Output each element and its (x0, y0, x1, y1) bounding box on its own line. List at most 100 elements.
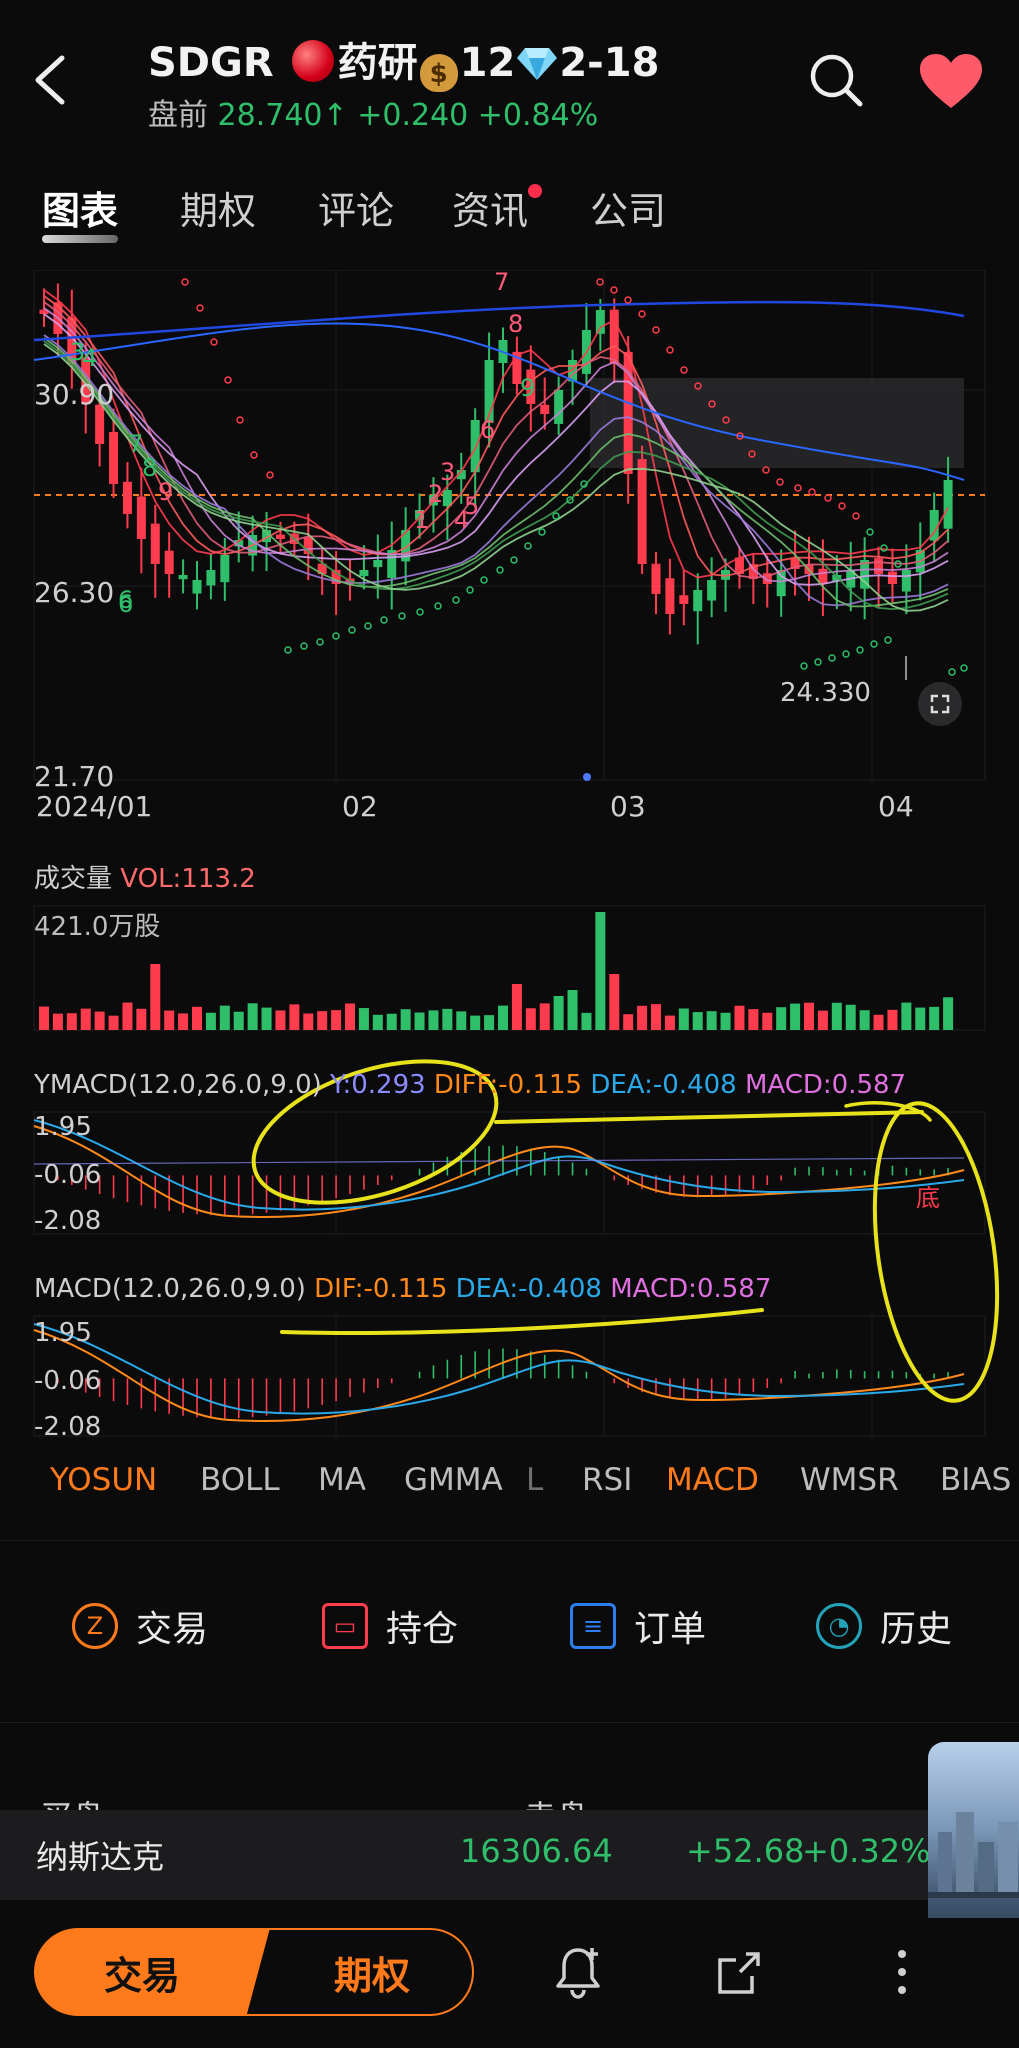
candle-body (651, 563, 661, 594)
ymacd-dea-value: DEA:-0.408 (590, 1070, 737, 1100)
volume-bar (790, 1003, 801, 1030)
positions-action[interactable]: ▭ 持仓 (322, 1600, 458, 1652)
sar-dot (610, 286, 618, 294)
trade-action[interactable]: Z 交易 (72, 1600, 208, 1652)
tab-comments[interactable]: 评论 (318, 180, 394, 235)
indicator-l[interactable]: L (526, 1462, 543, 1498)
trade-action-label: 交易 (136, 1609, 209, 1650)
tab-news[interactable]: 资讯 (452, 180, 528, 235)
candle-body (887, 571, 897, 584)
wave-count-label: 5 (464, 492, 479, 520)
sar-dot (266, 471, 274, 479)
index-ticker[interactable]: 纳斯达克 16306.64 +52.68 +0.32% (0, 1810, 1019, 1900)
tab-options[interactable]: 期权 (180, 180, 256, 235)
volume-bar (470, 1015, 481, 1030)
options-button[interactable]: 期权 (240, 1928, 474, 2016)
stock-name: 药研 (337, 40, 418, 86)
candle-body (220, 555, 230, 583)
volume-bar (331, 1010, 342, 1030)
wave-count-label: 2 (428, 480, 443, 508)
trade-button[interactable]: 交易 (34, 1928, 270, 2016)
sar-dot (380, 616, 388, 624)
long-ma-line (33, 300, 965, 342)
wave-count-label: 6 (118, 590, 133, 618)
ymacd-legend: YMACD(12.0,26.0,9.0) Y:0.293 DIFF:-0.115… (34, 1070, 906, 1100)
sar-dot (960, 664, 968, 672)
search-button[interactable] (808, 52, 864, 108)
tab-company[interactable]: 公司 (590, 180, 666, 235)
bottom-signal-mark: 底 (916, 1184, 940, 1212)
price-axis-label-high: 30.90 (34, 378, 115, 411)
premarket-change: +0.240 (357, 98, 469, 133)
date-axis-label: 02 (342, 790, 378, 823)
period-low-label: 24.330 (780, 678, 871, 708)
date-axis-label: 03 (610, 790, 646, 823)
volume-bar (52, 1013, 63, 1030)
price-alert-button[interactable] (548, 1942, 608, 2002)
date-axis-label: 2024/01 (36, 790, 153, 823)
candle-body (164, 550, 174, 574)
volume-bar (678, 1008, 689, 1030)
volume-bar (192, 1006, 202, 1030)
volume-bar (831, 1002, 842, 1030)
indicator-gmma[interactable]: GMMA (404, 1462, 503, 1498)
volume-bar (623, 1014, 634, 1030)
orders-action[interactable]: ≡ 订单 (570, 1600, 706, 1652)
volume-bar (108, 1015, 119, 1030)
sar-dot (434, 602, 442, 610)
indicator-yosun[interactable]: YOSUN (50, 1462, 157, 1498)
volume-bar (539, 1003, 550, 1030)
ymacd-macd-value: MACD:0.587 (744, 1070, 907, 1100)
indicator-boll[interactable]: BOLL (200, 1462, 280, 1498)
indicator-macd[interactable]: MACD (666, 1462, 759, 1498)
sar-dot (652, 326, 660, 334)
volume-bar (804, 1002, 814, 1030)
more-vertical-icon (898, 1950, 906, 1994)
macd-dea-line (33, 1323, 965, 1415)
volume-title: 成交量 VOL:113.2 (34, 858, 256, 895)
chart-area[interactable]: 7896321453467896 30.90 26.30 21.70 2024/… (0, 270, 1019, 1442)
wave-count-label: 7 (494, 270, 509, 296)
sar-dot (852, 512, 860, 520)
candle-body (206, 570, 216, 586)
volume-bar (94, 1011, 105, 1030)
premarket-quote: 盘前 28.740↑ +0.240 +0.84% (148, 90, 598, 134)
volume-bar (720, 1012, 731, 1030)
history-action[interactable]: ◔ 历史 (816, 1600, 952, 1652)
index-change: +52.68 (686, 1832, 805, 1870)
title-number: 12 (459, 40, 516, 86)
indicator-rsi[interactable]: RSI (582, 1462, 632, 1498)
volume-bar (39, 1006, 49, 1030)
indicator-ma[interactable]: MA (318, 1462, 366, 1498)
annotation-stroke (280, 1308, 764, 1336)
volume-bar (484, 1015, 495, 1030)
volume-bar (609, 974, 620, 1030)
sar-dot (480, 576, 488, 584)
wave-count-label: 9 (520, 374, 535, 402)
money-bag-icon: $ (419, 54, 458, 92)
wave-count-label: 4 (82, 344, 97, 372)
volume-bar (205, 1012, 216, 1030)
history-action-label: 历史 (880, 1609, 953, 1650)
candle-body (178, 575, 188, 580)
ymacd-y-line (33, 1157, 965, 1165)
sar-dot (638, 310, 646, 318)
volume-bar (275, 1010, 286, 1030)
tab-chart[interactable]: 图表 (42, 180, 119, 243)
ymacd-y-value: Y:0.293 (330, 1070, 426, 1100)
indicator-bias[interactable]: BIAS (940, 1462, 1011, 1498)
indicator-wmsr[interactable]: WMSR (800, 1462, 899, 1498)
chart-canvas[interactable]: 7896321 453467896 (0, 270, 1019, 1440)
index-change-pct: +0.32% (802, 1832, 931, 1870)
favorite-button[interactable] (918, 52, 984, 112)
volume-bar (873, 1014, 884, 1030)
sar-dot (524, 542, 532, 550)
fullscreen-button[interactable] (918, 682, 962, 726)
share-button[interactable] (710, 1942, 770, 2002)
macd-legend: MACD(12.0,26.0,9.0) DIF:-0.115 DEA:-0.40… (34, 1274, 771, 1304)
up-arrow-icon: ↑ (322, 98, 348, 133)
back-button[interactable] (30, 50, 74, 110)
candle-body (943, 480, 953, 529)
more-button[interactable] (872, 1942, 932, 2002)
macd-axis-label: -0.06 (34, 1366, 102, 1396)
